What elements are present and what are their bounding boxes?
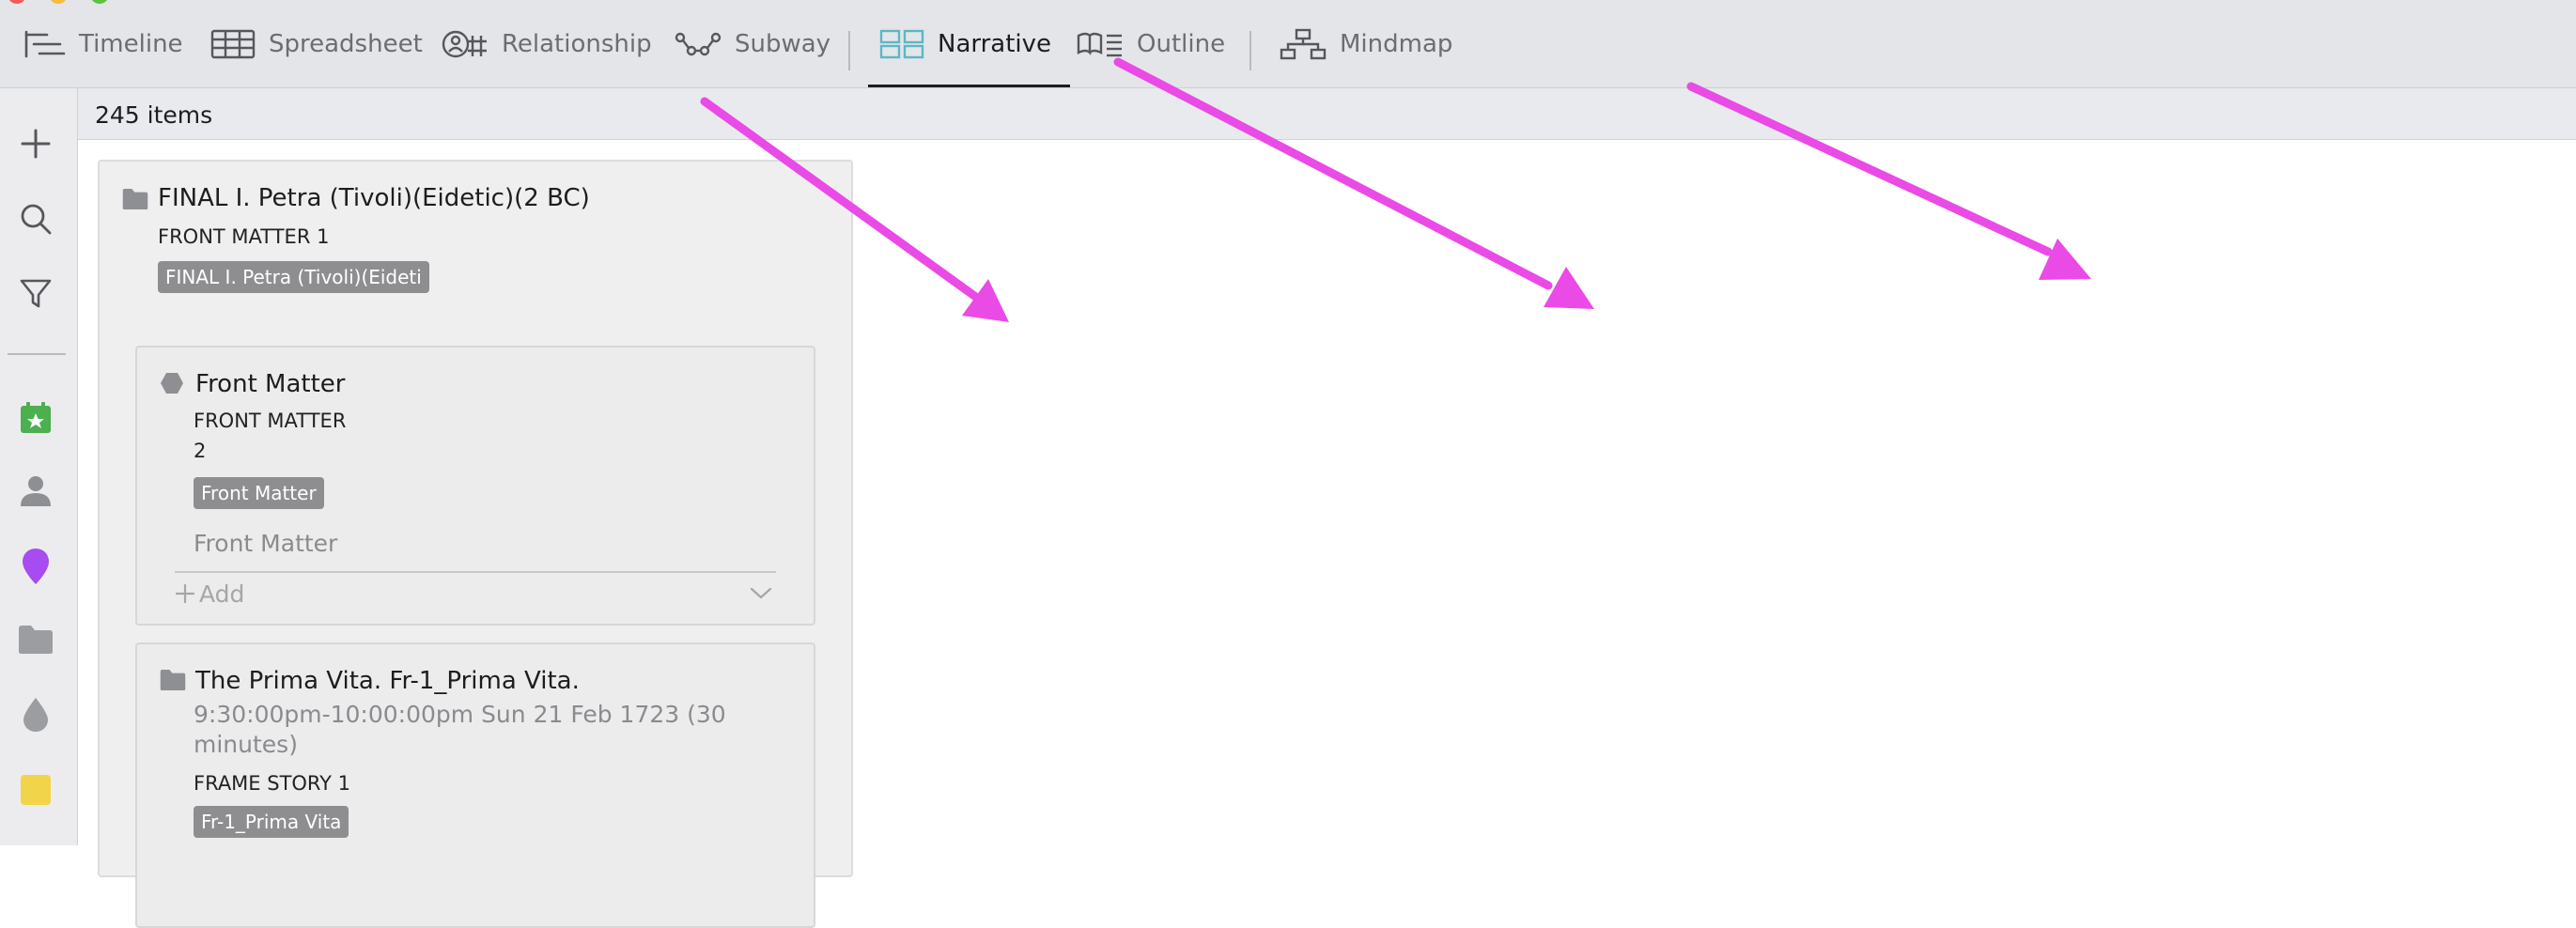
filter-button[interactable] [16, 274, 55, 314]
rail-separator [8, 353, 66, 355]
event-card-prima-vita[interactable]: The Prima Vita. Fr-1_Prima Vita. 9:30:00… [135, 642, 815, 928]
card-subtitle: FRAME STORY 1 [194, 772, 351, 795]
card-header: Front Matter [160, 370, 345, 398]
tab-timeline[interactable]: Timeline [24, 0, 183, 87]
tab-mindmap[interactable]: Mindmap [1280, 0, 1452, 87]
card-preview-text: Front Matter [194, 530, 338, 557]
tab-outline[interactable]: Outline [1077, 0, 1225, 87]
plus-icon [21, 129, 51, 159]
relationship-icon [442, 30, 487, 57]
characters-button[interactable] [16, 472, 55, 511]
subway-icon [675, 32, 722, 55]
column-title: FINAL I. Petra (Tivoli)(Eidetic)(2 BC) [158, 184, 590, 212]
location-pin-icon [23, 549, 49, 584]
person-icon [21, 476, 51, 506]
tab-label: Narrative [938, 29, 1052, 58]
notes-button[interactable] [16, 770, 55, 810]
toolbar-separator [848, 31, 850, 70]
column-subtitle: FRONT MATTER 1 [158, 225, 330, 248]
tab-subway[interactable]: Subway [675, 0, 830, 87]
events-button[interactable] [16, 398, 55, 438]
card-time-range: 9:30:00pm-10:00:00pm Sun 21 Feb 1723 (30 [194, 701, 726, 728]
tab-label: Outline [1137, 29, 1226, 58]
view-toolbar: Timeline Spreadsheet Relationship Subway… [0, 0, 2576, 88]
tab-label: Relationship [502, 29, 652, 58]
drop-icon [23, 698, 48, 732]
tab-label: Mindmap [1340, 29, 1453, 58]
timeline-icon [24, 30, 66, 57]
folder-icon [160, 669, 186, 691]
card-title: Front Matter [195, 370, 346, 398]
narrative-icon [879, 29, 924, 58]
add-button[interactable]: Add [175, 580, 244, 608]
narrative-column[interactable]: FINAL I. Petra (Tivoli)(Eidetic)(2 BC) F… [98, 160, 853, 928]
card-duration: minutes) [194, 731, 298, 758]
arcs-button[interactable] [16, 620, 55, 659]
event-card-front-matter[interactable]: Front Matter FRONT MATTER 2 Front Matter… [135, 346, 815, 626]
card-tag[interactable]: Front Matter [194, 477, 324, 509]
filter-icon [20, 279, 52, 308]
tab-label: Subway [735, 29, 831, 58]
note-icon [21, 775, 51, 805]
card-header: The Prima Vita. Fr-1_Prima Vita. [160, 667, 580, 695]
tab-relationship[interactable]: Relationship [442, 0, 652, 87]
folder-icon [122, 188, 148, 210]
mindmap-icon [1280, 28, 1327, 59]
tab-label: Spreadsheet [269, 29, 423, 58]
tab-spreadsheet[interactable]: Spreadsheet [210, 0, 423, 87]
card-title: The Prima Vita. Fr-1_Prima Vita. [195, 667, 580, 695]
items-button[interactable] [16, 695, 55, 735]
places-button[interactable] [16, 547, 55, 586]
left-icon-rail [0, 88, 78, 845]
outline-icon [1077, 32, 1122, 56]
column-tag[interactable]: FINAL I. Petra (Tivoli)(Eideti [158, 261, 429, 293]
folder-icon [19, 626, 53, 654]
card-tag[interactable]: Fr-1_Prima Vita [194, 806, 349, 838]
column-header[interactable]: FINAL I. Petra (Tivoli)(Eidetic)(2 BC) [122, 184, 590, 212]
add-label: Add [199, 580, 245, 608]
search-icon [21, 204, 52, 235]
spreadsheet-icon [210, 29, 256, 58]
calendar-star-icon [21, 402, 51, 433]
items-count-bar: 245 items [78, 88, 2576, 140]
card-subtitle: FRONT MATTER [194, 410, 347, 432]
items-count: 245 items [95, 101, 213, 129]
chevron-down-icon[interactable] [750, 587, 772, 600]
active-tab-indicator [868, 85, 1071, 87]
close-window-button[interactable] [8, 0, 26, 4]
hexagon-icon [161, 373, 183, 394]
card-number: 2 [194, 440, 207, 462]
add-button[interactable] [16, 124, 55, 163]
plus-icon [175, 583, 195, 604]
tab-narrative[interactable]: Narrative [868, 0, 1071, 87]
tab-label: Timeline [79, 29, 183, 58]
toolbar-separator [1249, 31, 1251, 70]
add-row[interactable]: Add [175, 571, 776, 614]
search-button[interactable] [16, 199, 55, 239]
